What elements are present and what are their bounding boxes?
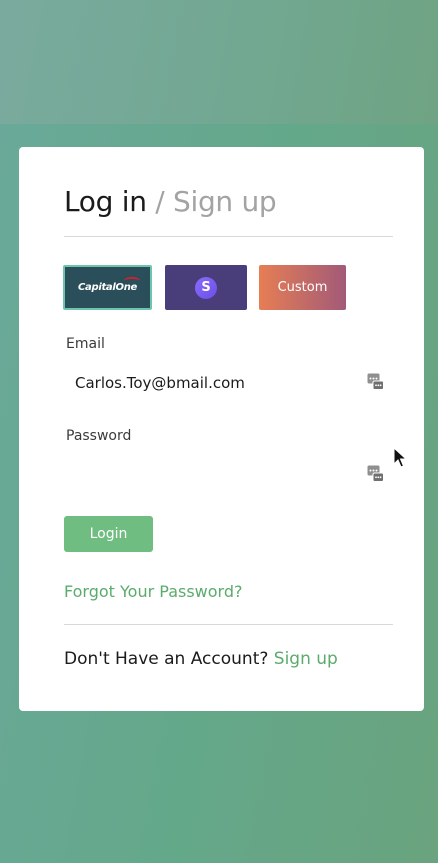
signup-prompt-text: Don't Have an Account? xyxy=(64,649,269,669)
signup-link[interactable]: Sign up xyxy=(274,649,338,669)
password-manager-icon[interactable] xyxy=(367,373,384,390)
stripe-button[interactable]: S xyxy=(165,265,247,310)
mouse-cursor-icon xyxy=(393,447,407,468)
custom-provider-label: Custom xyxy=(277,280,328,295)
signup-tab[interactable]: Sign up xyxy=(173,185,277,218)
capital-one-logo: CapitalOne xyxy=(78,277,141,293)
stripe-logo-glyph: S xyxy=(201,280,211,295)
stripe-logo: S xyxy=(195,276,217,299)
email-field[interactable] xyxy=(64,364,394,402)
login-tab[interactable]: Log in xyxy=(64,185,147,218)
auth-title: Log in / Sign up xyxy=(64,185,277,218)
custom-provider-button[interactable]: Custom xyxy=(259,265,346,310)
email-label: Email xyxy=(66,336,105,352)
capital-one-button[interactable]: CapitalOne xyxy=(63,265,152,310)
header-divider xyxy=(64,236,393,237)
auth-card: Log in / Sign up CapitalOne S Custom Ema… xyxy=(19,147,424,711)
password-manager-icon[interactable] xyxy=(367,465,384,482)
capital-one-swoosh xyxy=(124,277,141,285)
signup-prompt: Don't Have an Account? Sign up xyxy=(64,649,338,669)
tab-separator: / xyxy=(155,185,165,218)
login-button[interactable]: Login xyxy=(64,516,153,552)
forgot-password-link[interactable]: Forgot Your Password? xyxy=(64,582,243,601)
background-band xyxy=(0,0,438,124)
footer-divider xyxy=(64,624,393,625)
password-label: Password xyxy=(66,428,132,444)
password-field[interactable] xyxy=(64,455,394,493)
